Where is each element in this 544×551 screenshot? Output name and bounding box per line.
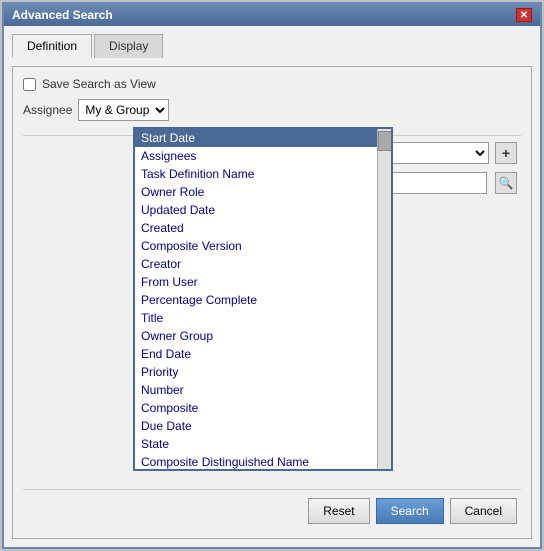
- dropdown-item-title[interactable]: Title: [135, 309, 377, 327]
- dropdown-item-updated-date[interactable]: Updated Date: [135, 201, 377, 219]
- close-button[interactable]: ✕: [516, 8, 532, 22]
- dropdown-item-start-date[interactable]: Start Date: [135, 129, 377, 147]
- tab-display[interactable]: Display: [94, 34, 163, 58]
- cancel-button[interactable]: Cancel: [450, 498, 517, 524]
- dropdown-item-creator[interactable]: Creator: [135, 255, 377, 273]
- dropdown-item-number[interactable]: Number: [135, 381, 377, 399]
- dropdown-list[interactable]: Start Date Assignees Task Definition Nam…: [135, 129, 377, 469]
- title-bar: Advanced Search ✕: [4, 4, 540, 26]
- dropdown-item-task-definition-name[interactable]: Task Definition Name: [135, 165, 377, 183]
- dropdown-item-due-date[interactable]: Due Date: [135, 417, 377, 435]
- reset-button[interactable]: Reset: [308, 498, 369, 524]
- dropdown-item-assignees[interactable]: Assignees: [135, 147, 377, 165]
- bottom-buttons: Reset Search Cancel: [23, 489, 521, 528]
- save-search-checkbox[interactable]: [23, 78, 36, 91]
- window-title: Advanced Search: [12, 8, 113, 22]
- task-type-search-button[interactable]: 🔍: [495, 172, 517, 194]
- dropdown-scrollbar[interactable]: [377, 129, 391, 469]
- dropdown-item-owner-group[interactable]: Owner Group: [135, 327, 377, 345]
- search-icon: 🔍: [499, 176, 514, 190]
- assignee-row: Assignee My & Group: [23, 99, 521, 121]
- save-search-label: Save Search as View: [42, 77, 156, 91]
- advanced-search-window: Advanced Search ✕ Definition Display Sav…: [2, 2, 542, 549]
- dropdown-item-from-user[interactable]: From User: [135, 273, 377, 291]
- search-button[interactable]: Search: [376, 498, 444, 524]
- dropdown-item-state[interactable]: State: [135, 435, 377, 453]
- dropdown-item-owner-role[interactable]: Owner Role: [135, 183, 377, 201]
- add-condition-button[interactable]: +: [495, 142, 517, 164]
- panel-content: Save Search as View Assignee My & Group …: [12, 66, 532, 539]
- dropdown-item-end-date[interactable]: End Date: [135, 345, 377, 363]
- scrollbar-thumb: [378, 131, 391, 151]
- tab-definition[interactable]: Definition: [12, 34, 92, 58]
- tab-bar: Definition Display: [12, 34, 532, 58]
- assignee-select[interactable]: My & Group: [78, 99, 169, 121]
- assignee-label: Assignee: [23, 103, 72, 117]
- dropdown-item-created[interactable]: Created: [135, 219, 377, 237]
- condition-dropdown: Start Date Assignees Task Definition Nam…: [133, 127, 393, 471]
- dropdown-item-composite-distinguished-name[interactable]: Composite Distinguished Name: [135, 453, 377, 469]
- dropdown-item-percentage-complete[interactable]: Percentage Complete: [135, 291, 377, 309]
- dropdown-item-priority[interactable]: Priority: [135, 363, 377, 381]
- dropdown-item-composite[interactable]: Composite: [135, 399, 377, 417]
- save-search-row: Save Search as View: [23, 77, 521, 91]
- dropdown-item-composite-version[interactable]: Composite Version: [135, 237, 377, 255]
- window-content: Definition Display Save Search as View A…: [4, 26, 540, 547]
